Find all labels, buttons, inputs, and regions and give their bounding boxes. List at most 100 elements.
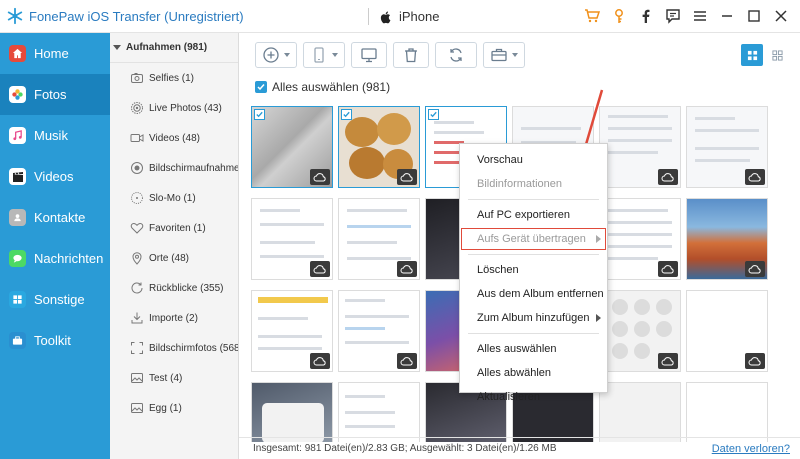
photo-thumbnail[interactable] xyxy=(338,290,420,372)
minimize-icon xyxy=(722,15,732,17)
album-icon xyxy=(131,373,143,383)
chevron-down-icon xyxy=(284,52,290,57)
sidebar-item-music[interactable]: Musik xyxy=(0,115,110,156)
album-item-live-photos[interactable]: Live Photos (43) xyxy=(110,93,238,123)
photo-thumbnail[interactable] xyxy=(599,382,681,442)
album-item-egg[interactable]: Egg (1) xyxy=(110,393,238,423)
menu-item-refresh[interactable]: Aktualisieren xyxy=(460,385,607,409)
sidebar-item-contacts[interactable]: Kontakte xyxy=(0,197,110,238)
sidebar-item-label: Fotos xyxy=(34,87,67,102)
album-item-slo-mo[interactable]: Slo-Mo (1) xyxy=(110,183,238,213)
menu-button[interactable] xyxy=(689,5,711,27)
import-icon xyxy=(131,312,143,324)
menu-item-delete[interactable]: Löschen xyxy=(460,258,607,282)
screenshot-icon xyxy=(131,342,143,354)
toolbox-button[interactable] xyxy=(483,41,525,68)
menu-item-export-pc[interactable]: Auf PC exportieren xyxy=(460,203,607,227)
cart-button[interactable] xyxy=(581,5,603,27)
register-button[interactable] xyxy=(608,5,630,27)
export-device-button[interactable] xyxy=(303,41,345,68)
photo-thumbnail[interactable] xyxy=(686,382,768,442)
close-icon xyxy=(775,10,787,22)
photo-checkbox[interactable] xyxy=(428,109,439,120)
photo-thumbnail[interactable] xyxy=(251,382,333,442)
photo-thumbnail[interactable] xyxy=(686,106,768,188)
app-title: FonePaw iOS Transfer (Unregistriert) xyxy=(29,8,244,24)
menu-item-deselect-all[interactable]: Alles abwählen xyxy=(460,361,607,385)
toolkit-icon xyxy=(9,332,26,349)
sidebar-item-videos[interactable]: Videos xyxy=(0,156,110,197)
album-item-imports[interactable]: Importe (2) xyxy=(110,303,238,333)
album-item-favorites[interactable]: Favoriten (1) xyxy=(110,213,238,243)
photo-thumbnail[interactable] xyxy=(251,198,333,280)
minimize-button[interactable] xyxy=(716,5,738,27)
photo-thumbnail[interactable] xyxy=(338,106,420,188)
photo-checkbox[interactable] xyxy=(341,109,352,120)
chevron-down-icon xyxy=(332,52,338,57)
chevron-down-icon xyxy=(113,45,121,50)
music-icon xyxy=(9,127,26,144)
photo-thumbnail[interactable] xyxy=(599,198,681,280)
cloud-icon xyxy=(397,261,417,277)
photo-checkbox[interactable] xyxy=(254,109,265,120)
list-icon xyxy=(771,49,783,61)
device-name: iPhone xyxy=(399,9,440,24)
sidebar-item-messages[interactable]: Nachrichten xyxy=(0,238,110,279)
photo-thumbnail[interactable] xyxy=(251,106,333,188)
sidebar-item-others[interactable]: Sonstige xyxy=(0,279,110,320)
album-item-videos[interactable]: Videos (48) xyxy=(110,123,238,153)
menu-item-select-all[interactable]: Alles auswählen xyxy=(460,337,607,361)
heart-icon xyxy=(130,223,144,234)
select-all-row[interactable]: Alles auswählen (981) xyxy=(239,76,800,98)
menu-item-remove-from-album[interactable]: Aus dem Album entfernen xyxy=(460,282,607,306)
phone-export-icon xyxy=(314,46,324,63)
album-label: Selfies (1) xyxy=(149,72,195,84)
delete-button[interactable] xyxy=(393,41,429,68)
feedback-button[interactable] xyxy=(662,5,684,27)
add-button[interactable] xyxy=(255,41,297,68)
photo-thumbnail[interactable] xyxy=(599,290,681,372)
photo-thumbnail[interactable] xyxy=(599,106,681,188)
album-item-test[interactable]: Test (4) xyxy=(110,363,238,393)
menu-item-preview[interactable]: Vorschau xyxy=(460,148,607,172)
facebook-button[interactable] xyxy=(635,5,657,27)
grid-icon xyxy=(747,50,757,60)
checkmark-icon xyxy=(257,84,265,91)
photo-thumbnail[interactable] xyxy=(338,382,420,442)
computer-icon xyxy=(361,47,377,62)
album-item-selfies[interactable]: Selfies (1) xyxy=(110,63,238,93)
album-group-header[interactable]: Aufnahmen (981) xyxy=(110,33,238,63)
status-bar: Insgesamt: 981 Datei(en)/2.83 GB; Ausgew… xyxy=(239,437,800,459)
menu-item-transfer-device[interactable]: Aufs Gerät übertragen xyxy=(460,227,607,251)
sidebar-item-label: Toolkit xyxy=(34,333,71,348)
menu-item-add-to-album[interactable]: Zum Album hinzufügen xyxy=(460,306,607,330)
window-controls xyxy=(581,5,792,27)
sidebar-item-label: Sonstige xyxy=(34,292,85,307)
album-item-places[interactable]: Orte (48) xyxy=(110,243,238,273)
sidebar-item-photos[interactable]: Fotos xyxy=(0,74,110,115)
album-label: Egg (1) xyxy=(149,402,182,414)
photo-thumbnail[interactable] xyxy=(251,290,333,372)
data-lost-link[interactable]: Daten verloren? xyxy=(712,443,790,455)
album-item-screen-recordings[interactable]: Bildschirmaufnahme... xyxy=(110,153,238,183)
cloud-icon xyxy=(310,169,330,185)
device-selector[interactable]: iPhone xyxy=(368,8,439,25)
refresh-button[interactable] xyxy=(435,41,477,68)
close-button[interactable] xyxy=(770,5,792,27)
sidebar-item-label: Musik xyxy=(34,128,68,143)
snowflake-logo-icon xyxy=(7,7,23,25)
photo-thumbnail[interactable] xyxy=(686,198,768,280)
sidebar-item-home[interactable]: Home xyxy=(0,33,110,74)
context-menu: Vorschau Bildinformationen Auf PC export… xyxy=(459,143,608,403)
list-view-button[interactable] xyxy=(766,44,788,66)
export-pc-button[interactable] xyxy=(351,41,387,68)
album-item-memories[interactable]: Rückblicke (355) xyxy=(110,273,238,303)
select-all-checkbox[interactable] xyxy=(255,81,267,93)
photo-thumbnail[interactable] xyxy=(686,290,768,372)
photo-thumbnail[interactable] xyxy=(338,198,420,280)
title-bar: FonePaw iOS Transfer (Unregistriert) iPh… xyxy=(0,0,800,33)
album-item-screenshots[interactable]: Bildschirmfotos (568) xyxy=(110,333,238,363)
sidebar-item-toolkit[interactable]: Toolkit xyxy=(0,320,110,361)
maximize-button[interactable] xyxy=(743,5,765,27)
grid-view-button[interactable] xyxy=(741,44,763,66)
